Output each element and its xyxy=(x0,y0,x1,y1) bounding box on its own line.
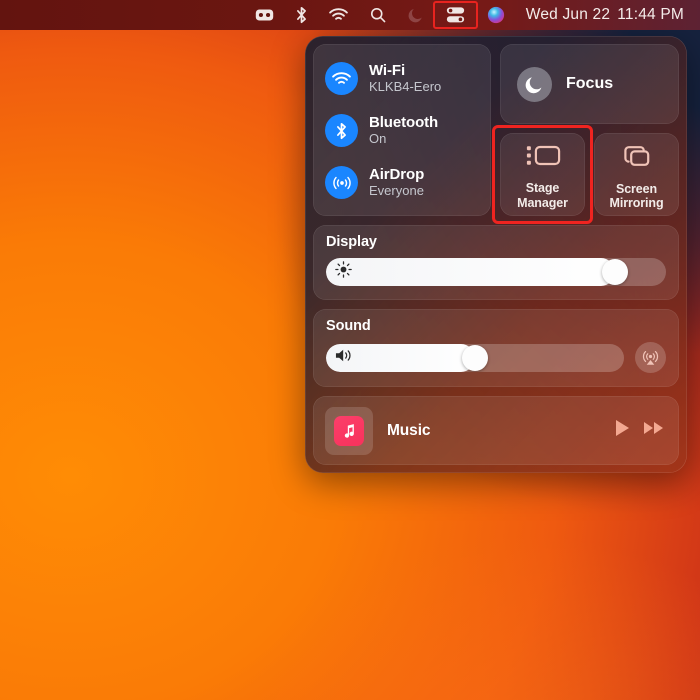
connectivity-module: Wi-Fi KLKB4-Eero Bluetooth On AirDrop Ev… xyxy=(313,44,491,216)
airdrop-status: Everyone xyxy=(369,183,424,199)
control-center-right-column: Focus Stage Manager Screen Mirroring xyxy=(492,44,679,224)
clock-time: 11:44 PM xyxy=(617,6,684,23)
wifi-title: Wi-Fi xyxy=(369,61,406,79)
screen-mirroring-icon xyxy=(622,143,652,174)
control-center-top-row: Wi-Fi KLKB4-Eero Bluetooth On AirDrop Ev… xyxy=(313,44,679,224)
airdrop-title: AirDrop xyxy=(369,165,425,183)
bluetooth-title: Bluetooth xyxy=(369,113,439,131)
volume-icon xyxy=(335,347,354,368)
control-center-panel: Wi-Fi KLKB4-Eero Bluetooth On AirDrop Ev… xyxy=(305,36,687,473)
display-module: Display xyxy=(313,225,679,300)
vpn-icon[interactable] xyxy=(244,0,285,30)
brightness-icon xyxy=(335,261,352,283)
music-album-art xyxy=(325,406,373,455)
moon-icon xyxy=(517,66,552,102)
bluetooth-row[interactable]: Bluetooth On xyxy=(325,109,479,152)
do-not-disturb-icon[interactable] xyxy=(397,0,435,30)
volume-knob[interactable] xyxy=(462,344,488,371)
wifi-icon xyxy=(325,62,358,95)
sound-slider-row xyxy=(326,342,666,373)
sound-title: Sound xyxy=(326,318,371,334)
wifi-icon[interactable] xyxy=(318,0,359,30)
stage-manager-icon xyxy=(525,143,561,173)
display-title: Display xyxy=(326,234,377,250)
focus-label: Focus xyxy=(566,75,614,92)
siri-icon[interactable] xyxy=(476,0,516,30)
music-app-name: Music xyxy=(387,421,431,439)
control-center-icon[interactable] xyxy=(432,0,478,30)
airdrop-icon xyxy=(325,166,358,199)
display-slider-row xyxy=(326,258,666,286)
screen-mirroring-label: Screen Mirroring xyxy=(609,181,664,211)
volume-slider[interactable] xyxy=(326,343,624,372)
wifi-row[interactable]: Wi-Fi KLKB4-Eero xyxy=(325,57,479,100)
menu-bar: Wed Jun 22 11:44 PM xyxy=(0,0,700,30)
music-note-icon xyxy=(334,415,364,446)
bluetooth-icon[interactable] xyxy=(285,0,318,30)
stage-manager-label: Stage Manager xyxy=(517,181,568,210)
brightness-slider[interactable] xyxy=(326,258,666,286)
stage-manager-tile[interactable]: Stage Manager xyxy=(492,125,593,224)
music-controls xyxy=(613,418,665,443)
bluetooth-status: On xyxy=(369,131,387,147)
clock-date: Wed Jun 22 xyxy=(525,6,611,23)
screen-mirroring-tile[interactable]: Screen Mirroring xyxy=(594,133,679,216)
focus-module[interactable]: Focus xyxy=(500,44,679,124)
music-module: Music xyxy=(313,396,679,465)
brightness-knob[interactable] xyxy=(601,259,628,285)
sound-module: Sound xyxy=(313,309,679,387)
control-center-tiles: Stage Manager Screen Mirroring xyxy=(492,125,679,224)
bluetooth-icon xyxy=(325,114,358,147)
play-icon[interactable] xyxy=(613,418,631,443)
wifi-network-name: KLKB4-Eero xyxy=(369,79,442,95)
airdrop-row[interactable]: AirDrop Everyone xyxy=(325,161,479,204)
menu-bar-clock[interactable]: Wed Jun 22 11:44 PM xyxy=(516,6,688,24)
fast-forward-icon[interactable] xyxy=(643,419,665,442)
airplay-audio-icon[interactable] xyxy=(635,342,666,373)
search-icon[interactable] xyxy=(359,0,397,30)
